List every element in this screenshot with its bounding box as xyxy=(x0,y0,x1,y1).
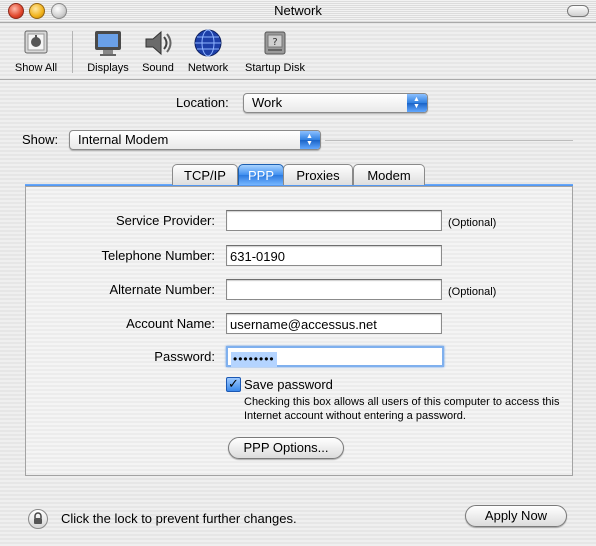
tab-modem[interactable]: Modem xyxy=(353,164,425,185)
telephone-number-field[interactable]: 631-0190 xyxy=(226,245,442,266)
title-bar: Network xyxy=(0,0,596,23)
tab-ppp[interactable]: PPP xyxy=(238,164,284,185)
save-password-help-text: Checking this box allows all users of th… xyxy=(244,396,560,422)
tab-proxies[interactable]: Proxies xyxy=(283,164,353,185)
alternate-number-optional-note: (Optional) xyxy=(448,286,497,298)
password-value: •••••••• xyxy=(231,352,277,367)
window-title: Network xyxy=(274,3,322,18)
toolbar: Show All Displays Sound Network ? Startu… xyxy=(0,23,596,80)
popup-arrows-icon: ▲ ▼ xyxy=(407,94,427,112)
show-value: Internal Modem xyxy=(78,132,169,147)
toolbar-item-startup-disk[interactable]: ? Startup Disk xyxy=(240,27,310,74)
show-all-icon xyxy=(24,30,48,54)
save-password-checkbox[interactable]: ✓ xyxy=(226,377,241,392)
service-provider-field[interactable] xyxy=(226,210,442,231)
toolbar-label-show-all: Show All xyxy=(14,62,58,74)
alternate-number-field[interactable] xyxy=(226,279,442,300)
toolbar-item-network[interactable]: Network xyxy=(184,27,232,74)
toolbar-label-displays: Displays xyxy=(87,62,129,74)
account-name-label: Account Name: xyxy=(126,316,215,331)
lock-icon xyxy=(34,512,42,524)
location-label: Location: xyxy=(176,95,229,110)
toolbar-label-startup-disk: Startup Disk xyxy=(245,62,305,74)
service-provider-label: Service Provider: xyxy=(116,213,215,228)
network-preferences-window: Network Show All Displays Sound Network … xyxy=(0,0,596,546)
divider xyxy=(325,140,573,141)
service-provider-optional-note: (Optional) xyxy=(448,217,497,229)
globe-icon xyxy=(194,29,222,57)
toolbar-item-displays[interactable]: Displays xyxy=(82,27,134,74)
location-popup[interactable]: Work ▲ ▼ xyxy=(243,93,428,113)
lock-button[interactable] xyxy=(28,509,48,529)
tab-tcpip[interactable]: TCP/IP xyxy=(172,164,238,185)
toolbar-item-sound[interactable]: Sound xyxy=(138,27,178,74)
account-name-field[interactable]: username@accessus.net xyxy=(226,313,442,334)
speaker-icon xyxy=(145,30,172,56)
svg-text:?: ? xyxy=(272,37,277,48)
ppp-options-button[interactable]: PPP Options... xyxy=(228,437,344,459)
toolbar-label-sound: Sound xyxy=(142,62,174,74)
toolbar-divider xyxy=(72,31,73,73)
show-label: Show: xyxy=(22,132,59,147)
apply-now-button[interactable]: Apply Now xyxy=(465,505,567,527)
lock-status-text: Click the lock to prevent further change… xyxy=(61,511,297,526)
telephone-number-label: Telephone Number: xyxy=(101,248,215,263)
toolbar-item-show-all[interactable]: Show All xyxy=(10,27,62,74)
alternate-number-label: Alternate Number: xyxy=(109,282,216,297)
location-value: Work xyxy=(252,95,283,110)
popup-arrows-icon: ▲ ▼ xyxy=(300,131,320,149)
show-popup[interactable]: Internal Modem ▲ ▼ xyxy=(69,130,321,150)
toolbar-label-network: Network xyxy=(187,62,229,74)
password-field[interactable]: •••••••• xyxy=(226,346,444,367)
display-icon xyxy=(95,31,121,56)
save-password-label[interactable]: Save password xyxy=(244,377,333,392)
password-label: Password: xyxy=(154,349,215,364)
disk-icon: ? xyxy=(264,31,286,55)
toolbar-toggle-button[interactable] xyxy=(567,5,589,17)
